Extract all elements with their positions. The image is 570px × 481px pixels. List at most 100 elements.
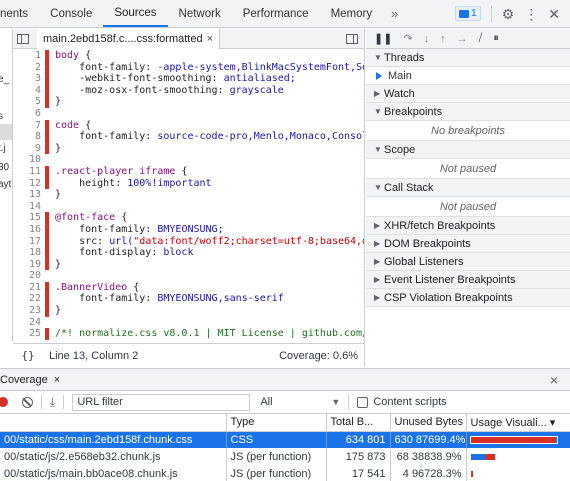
line-number[interactable]: 17 [13, 236, 45, 248]
coverage-row[interactable]: 00/static/css/main.2ebd158f.chunk.css CSS… [0, 431, 570, 448]
close-coverage-tab-icon[interactable]: × [54, 374, 60, 386]
code-line[interactable]: 18 font-display: block [13, 247, 364, 259]
navigator-item[interactable]: e_ [0, 74, 13, 85]
code-line[interactable]: 15 @font-face { [13, 212, 364, 224]
coverage-status[interactable]: Coverage: 0.6% [279, 350, 364, 362]
line-number[interactable]: 3 [13, 73, 45, 85]
navigator-item[interactable]: 30 [0, 162, 13, 173]
close-devtools-icon[interactable]: ✕ [548, 7, 560, 21]
section-global-listeners[interactable]: ▶ Global Listeners [366, 253, 570, 271]
navigator-selected-row[interactable] [0, 124, 12, 140]
line-number[interactable]: 25 [13, 328, 45, 340]
line-number[interactable]: 18 [13, 247, 45, 259]
code-line[interactable]: 20 [13, 270, 364, 282]
section-event-listener-breakpoints[interactable]: ▶ Event Listener Breakpoints [366, 271, 570, 289]
column-unused-bytes[interactable]: Unused Bytes [390, 414, 467, 432]
line-number[interactable]: 9 [13, 143, 45, 155]
code-line[interactable]: 4 -moz-osx-font-smoothing: grayscale [13, 84, 364, 97]
line-number[interactable]: 11 [13, 166, 45, 178]
navigator-item[interactable]: t.j [0, 143, 13, 154]
code-line[interactable]: 22 font-family: BMYEONSUNG,sans-serif [13, 293, 364, 306]
line-number[interactable]: 19 [13, 259, 45, 271]
code-line[interactable]: 10 [13, 154, 364, 166]
code-area[interactable]: 1 body {2 font-family: -apple-system,Blin… [13, 50, 364, 343]
section-csp-violation-breakpoints[interactable]: ▶ CSP Violation Breakpoints [366, 289, 570, 307]
column-url[interactable] [0, 414, 227, 432]
line-number[interactable]: 10 [13, 154, 45, 166]
column-usage-visualization[interactable]: Usage Visuali... ▾ [466, 414, 570, 432]
line-number[interactable]: 22 [13, 293, 45, 305]
code-line[interactable]: 16 font-family: BMYEONSUNG; [13, 223, 364, 236]
navigator-item[interactable]: ayt [0, 179, 13, 190]
code-line[interactable]: 24 [13, 317, 364, 329]
line-number[interactable]: 13 [13, 189, 45, 201]
tab-coverage[interactable]: Coverage [0, 374, 48, 386]
content-scripts-checkbox[interactable] [357, 396, 369, 408]
settings-gear-icon[interactable]: ⚙ [502, 7, 515, 21]
coverage-row[interactable]: 00/static/js/2.e568eb32.chunk.js JS (per … [0, 448, 570, 465]
line-number[interactable]: 20 [13, 270, 45, 282]
code-line[interactable]: 21 .BannerVideo { [13, 281, 364, 294]
type-filter-select[interactable]: All ▼ [260, 396, 340, 408]
code-line[interactable]: 25 /*! normalize.css v8.0.1 | MIT License… [13, 328, 364, 340]
pause-on-exceptions-icon[interactable]: ⏸ [493, 32, 499, 45]
line-number[interactable]: 16 [13, 224, 45, 236]
column-type[interactable]: Type [226, 414, 327, 432]
tab-performance[interactable]: Performance [232, 0, 320, 27]
code-line[interactable]: 11 .react-player iframe { [13, 165, 364, 178]
tab-elements[interactable]: nents [0, 0, 39, 27]
record-icon[interactable] [0, 397, 8, 407]
line-number[interactable]: 5 [13, 96, 45, 108]
code-line[interactable]: 5} [13, 96, 364, 108]
line-number[interactable]: 4 [13, 85, 45, 97]
tab-memory[interactable]: Memory [320, 0, 384, 27]
coverage-row[interactable]: 00/static/js/main.bb0ace08.chunk.js JS (p… [0, 465, 570, 481]
code-line[interactable]: 8 font-family: source-code-pro,Menlo,Mon… [13, 131, 364, 143]
code-line[interactable]: 9} [13, 142, 364, 155]
step-over-icon[interactable]: ↷ [403, 32, 412, 45]
toggle-debugger-icon[interactable] [346, 34, 358, 44]
deactivate-breakpoints-icon[interactable]: ⧸ [479, 32, 483, 45]
close-tab-icon[interactable]: × [207, 33, 213, 45]
pretty-print-button[interactable]: {} [13, 349, 43, 362]
section-xhr-breakpoints[interactable]: ▶ XHR/fetch Breakpoints [366, 217, 570, 235]
section-breakpoints[interactable]: ▼ Breakpoints [366, 103, 570, 121]
url-filter-input[interactable]: URL filter [72, 393, 251, 411]
line-number[interactable]: 2 [13, 62, 45, 74]
step-out-icon[interactable]: ↑ [440, 33, 446, 45]
column-total-bytes[interactable]: Total B... [326, 414, 391, 432]
messages-badge[interactable]: 1 [455, 6, 481, 21]
line-number[interactable]: 8 [13, 131, 45, 143]
line-number[interactable]: 15 [13, 212, 45, 224]
section-watch[interactable]: ▶ Watch [366, 85, 570, 103]
section-scope[interactable]: ▼ Scope [366, 141, 570, 159]
navigator-item[interactable]: s [0, 111, 13, 122]
step-icon[interactable]: → [457, 33, 468, 45]
clear-icon[interactable] [22, 396, 33, 408]
tab-console[interactable]: Console [39, 0, 103, 27]
line-number[interactable]: 6 [13, 108, 45, 120]
code-line[interactable]: 3 -webkit-font-smoothing: antialiased; [13, 73, 364, 85]
line-number[interactable]: 1 [13, 50, 45, 62]
code-line[interactable]: 23} [13, 305, 364, 317]
code-line[interactable]: 13} [13, 189, 364, 201]
line-number[interactable]: 14 [13, 201, 45, 213]
thread-main[interactable]: Main [366, 67, 570, 85]
code-line[interactable]: 12 height: 100%!important [13, 177, 364, 190]
code-line[interactable]: 17 src: url("data:font/woff2;charset=utf… [13, 235, 364, 248]
step-into-icon[interactable]: ↓ [424, 33, 430, 45]
line-number[interactable]: 24 [13, 317, 45, 329]
section-threads[interactable]: ▼ Threads [366, 49, 570, 67]
line-number[interactable]: 23 [13, 305, 45, 317]
tab-sources[interactable]: Sources [103, 0, 168, 27]
close-drawer-icon[interactable]: × [550, 372, 558, 388]
code-line[interactable]: 6 [13, 108, 364, 120]
code-line[interactable]: 19} [13, 258, 364, 271]
line-number[interactable]: 7 [13, 120, 45, 132]
export-download-icon[interactable]: ⤓ [50, 395, 55, 410]
code-line[interactable]: 7 code { [13, 119, 364, 132]
code-line[interactable]: 1 body { [13, 50, 364, 62]
line-number[interactable]: 21 [13, 282, 45, 294]
toggle-navigator-icon[interactable] [17, 33, 29, 44]
tab-network[interactable]: Network [168, 0, 232, 27]
